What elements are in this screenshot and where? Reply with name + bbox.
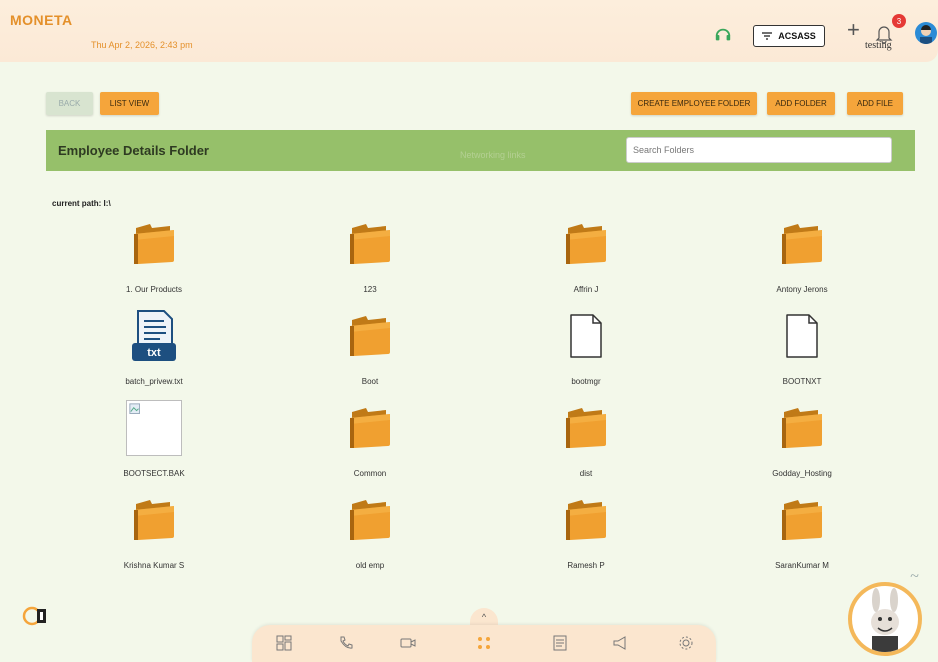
folder-icon — [342, 399, 398, 457]
page-title: Employee Details Folder — [58, 143, 209, 158]
file-item[interactable]: BOOTNXT — [694, 307, 910, 399]
list-view-button[interactable]: LIST VIEW — [100, 92, 159, 115]
folder-icon — [558, 491, 614, 549]
current-datetime: Thu Apr 2, 2026, 2:43 pm — [91, 40, 193, 50]
folder-header-bar: Employee Details Folder Networking links — [46, 130, 915, 171]
video-icon[interactable] — [398, 633, 418, 653]
file-item-label: Affrin J — [573, 285, 599, 294]
file-item-label: Common — [353, 469, 387, 478]
folder-icon — [126, 215, 182, 273]
back-button[interactable]: BACK — [46, 92, 93, 115]
file-item-label: SaranKumar M — [775, 561, 829, 570]
apps-icon[interactable] — [474, 633, 494, 653]
settings-icon[interactable] — [676, 633, 696, 653]
create-employee-folder-button[interactable]: CREATE EMPLOYEE FOLDER — [631, 92, 757, 115]
file-item[interactable]: 123 — [262, 215, 478, 307]
file-grid: 1. Our Products 123 Affrin J Antony Jerons t… — [46, 215, 916, 583]
file-item[interactable]: Ramesh P — [478, 491, 694, 583]
file-item[interactable]: BOOTSECT.BAK — [46, 399, 262, 491]
company-selector-button[interactable]: ACSASS — [753, 25, 825, 47]
faded-overlay-label: Networking links — [460, 150, 526, 160]
folder-icon — [342, 215, 398, 273]
file-item[interactable]: 1. Our Products — [46, 215, 262, 307]
folder-icon — [558, 215, 614, 273]
file-item[interactable]: Antony Jerons — [694, 215, 910, 307]
file-item-label: old emp — [355, 561, 385, 570]
file-item[interactable]: txt batch_privew.txt — [46, 307, 262, 399]
top-bar: MONETA Thu Apr 2, 2026, 2:43 pm ACSASS +… — [0, 0, 938, 62]
file-item-label: Boot — [361, 377, 379, 386]
phone-icon[interactable] — [336, 633, 356, 653]
file-item[interactable]: bootmgr — [478, 307, 694, 399]
file-item-label: BOOTSECT.BAK — [123, 469, 185, 478]
txt-badge-label: txt — [147, 347, 161, 359]
folder-icon — [774, 399, 830, 457]
username: testing — [865, 40, 892, 51]
file-item-label: Krishna Kumar S — [123, 561, 185, 570]
add-folder-button[interactable]: ADD FOLDER — [767, 92, 835, 115]
folder-icon — [126, 491, 182, 549]
file-item-label: dist — [579, 469, 593, 478]
add-icon[interactable]: + — [847, 19, 860, 41]
file-item-label: Ramesh P — [567, 561, 605, 570]
file-item[interactable]: dist — [478, 399, 694, 491]
chat-logo-icon[interactable] — [22, 603, 48, 629]
chevron-up-icon: ^ — [481, 612, 487, 622]
bottom-dock — [252, 625, 716, 662]
file-item-label: Godday_Hosting — [772, 469, 832, 478]
signature-mark: ~ — [910, 568, 919, 585]
file-item-label: BOOTNXT — [782, 377, 822, 386]
app-logo[interactable]: MONETA — [10, 12, 73, 28]
file-item-label: Antony Jerons — [776, 285, 828, 294]
search-folders-input[interactable] — [626, 137, 892, 163]
file-item[interactable]: Common — [262, 399, 478, 491]
folder-icon — [558, 399, 614, 457]
assistant-mascot-avatar[interactable] — [848, 582, 922, 656]
broken-image-icon — [126, 399, 182, 457]
notification-count-badge: 3 — [892, 14, 906, 28]
file-item[interactable]: Godday_Hosting — [694, 399, 910, 491]
txt-file-icon: txt — [126, 307, 182, 365]
file-item[interactable]: Boot — [262, 307, 478, 399]
file-item-label: bootmgr — [571, 377, 601, 386]
file-item[interactable]: old emp — [262, 491, 478, 583]
file-icon — [558, 307, 614, 365]
folder-icon — [342, 491, 398, 549]
support-headset-icon[interactable] — [714, 26, 732, 44]
user-avatar[interactable] — [915, 22, 937, 44]
file-icon — [774, 307, 830, 365]
file-item[interactable]: Krishna Kumar S — [46, 491, 262, 583]
file-item-label: 123 — [363, 285, 377, 294]
current-path: current path: I:\ — [52, 199, 111, 208]
dashboard-icon[interactable] — [274, 633, 294, 653]
file-item[interactable]: Affrin J — [478, 215, 694, 307]
folder-icon — [342, 307, 398, 365]
megaphone-icon[interactable] — [610, 633, 630, 653]
dock-toggle-button[interactable]: ^ — [470, 608, 498, 626]
company-name: ACSASS — [778, 31, 816, 41]
document-icon[interactable] — [550, 633, 570, 653]
add-file-button[interactable]: ADD FILE — [847, 92, 903, 115]
folder-icon — [774, 215, 830, 273]
filter-icon — [762, 32, 773, 40]
file-item[interactable]: SaranKumar M — [694, 491, 910, 583]
file-item-label: 1. Our Products — [125, 285, 183, 294]
file-item-label: batch_privew.txt — [125, 377, 183, 386]
folder-icon — [774, 491, 830, 549]
